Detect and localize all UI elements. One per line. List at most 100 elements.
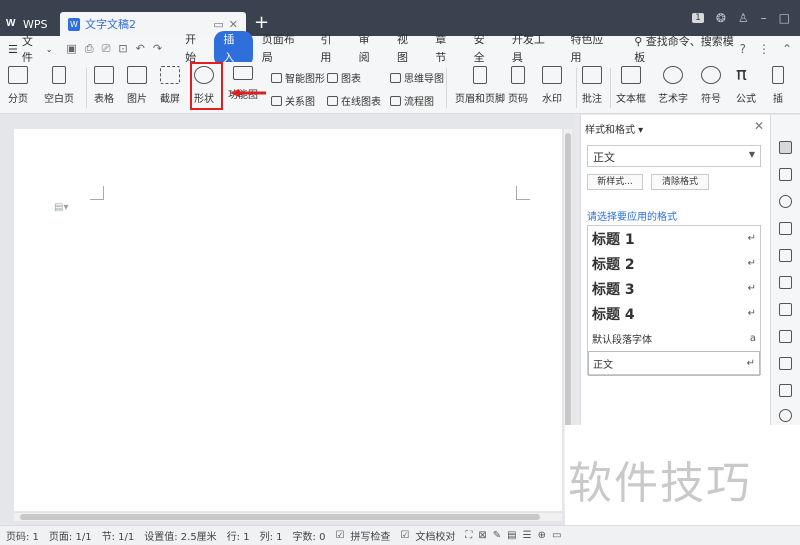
print-icon[interactable]: ⎚ xyxy=(102,42,111,56)
page-options-icon[interactable]: ▤▾ xyxy=(54,202,68,213)
outline-view-icon[interactable]: ☰ xyxy=(523,530,532,541)
picture-icon xyxy=(127,66,147,84)
redo-icon[interactable]: ↷ xyxy=(153,42,162,56)
file-menu[interactable]: ☰ 文件 ⌄ xyxy=(0,33,60,65)
pen-icon[interactable]: ✎ xyxy=(493,530,501,541)
status-row[interactable]: 行: 1 xyxy=(227,528,250,543)
symbol-button[interactable]: 符号 xyxy=(701,66,721,105)
margin-corner-right xyxy=(516,186,530,200)
export-icon[interactable]: ⎙ xyxy=(85,42,94,56)
minimize-icon[interactable]: – xyxy=(761,11,767,25)
blank-page-button[interactable]: 空白页 xyxy=(44,66,74,105)
spell-check-icon: ☑ xyxy=(335,530,345,541)
shirt-icon[interactable]: ♙ xyxy=(738,11,749,25)
styles-panel-title[interactable]: 样式和格式 ▾ xyxy=(585,121,643,136)
clear-format-button[interactable]: 清除格式 xyxy=(651,174,709,190)
web-view-icon[interactable]: ⊕ xyxy=(538,530,546,541)
close-icon[interactable]: ✕ xyxy=(754,119,764,133)
horizontal-scrollbar[interactable] xyxy=(14,513,562,521)
style-item-heading2[interactable]: 标题 2 ↵ xyxy=(588,251,760,276)
word-art-label: 艺术字 xyxy=(658,94,688,105)
header-footer-button[interactable]: 页眉和页脚 xyxy=(455,66,505,105)
share-icon[interactable] xyxy=(779,303,792,316)
more-icon[interactable]: ⋮ xyxy=(758,42,770,56)
layout-icon[interactable] xyxy=(779,249,792,262)
screenshot-button[interactable]: 截屏 xyxy=(160,66,180,105)
insert-button[interactable]: 插 xyxy=(772,66,784,105)
star-icon[interactable] xyxy=(779,276,792,289)
wps-menu-button[interactable]: W WPS xyxy=(6,14,56,34)
horizontal-scroll-thumb[interactable] xyxy=(20,514,540,520)
protect-icon[interactable]: ⊠ xyxy=(478,530,486,541)
style-item-heading4[interactable]: 标题 4 ↵ xyxy=(588,301,760,326)
chart-icon xyxy=(327,72,338,83)
picture-button[interactable]: 图片 xyxy=(127,66,147,105)
status-setting[interactable]: 设置值: 2.5厘米 xyxy=(144,528,216,543)
page-number-button[interactable]: 页码 xyxy=(508,66,528,105)
save-icon[interactable]: ▣ xyxy=(66,42,76,56)
adjust-icon[interactable] xyxy=(779,222,792,235)
status-page[interactable]: 页面: 1/1 xyxy=(49,528,92,543)
mind-map-button[interactable]: 思维导图 xyxy=(390,70,444,85)
word-art-button[interactable]: 艺术字 xyxy=(658,66,688,105)
text-box-button[interactable]: 文本框 xyxy=(616,66,646,105)
style-item-heading1[interactable]: 标题 1 ↵ xyxy=(588,226,760,251)
command-search[interactable]: ⚲ 查找命令、搜索模板 xyxy=(634,33,739,65)
status-section[interactable]: 节: 1/1 xyxy=(102,528,135,543)
page-break-icon xyxy=(8,66,28,84)
header-footer-label: 页眉和页脚 xyxy=(455,94,505,105)
undo-icon[interactable]: ↶ xyxy=(136,42,145,56)
right-sidebar xyxy=(770,115,800,425)
preview-icon[interactable]: ⊡ xyxy=(118,42,127,56)
insert-label: 插 xyxy=(773,94,783,105)
collapse-icon[interactable]: ⌃ xyxy=(782,42,792,56)
image-icon[interactable] xyxy=(779,384,792,397)
status-words[interactable]: 字数: 0 xyxy=(293,528,326,543)
window-controls: 1 ❂ ♙ – □ xyxy=(692,0,800,36)
table-button[interactable]: 表格 xyxy=(94,66,114,105)
watermark-button[interactable]: 水印 xyxy=(542,66,562,105)
vertical-scroll-thumb[interactable] xyxy=(565,133,571,433)
page-break-button[interactable]: 分页 xyxy=(8,66,28,105)
close-tab-icon[interactable]: ✕ xyxy=(229,18,238,31)
new-style-button[interactable]: 新样式... xyxy=(587,174,643,190)
style-item-heading3[interactable]: 标题 3 ↵ xyxy=(588,276,760,301)
chart-button[interactable]: 图表 xyxy=(327,70,361,85)
spell-check-button[interactable]: 拼写检查 xyxy=(350,528,390,543)
comment-label: 批注 xyxy=(582,94,602,105)
smart-art-button[interactable]: 智能图形 xyxy=(271,70,325,85)
formula-button[interactable]: π 公式 xyxy=(736,66,756,106)
online-chart-button[interactable]: 在线图表 xyxy=(327,93,381,108)
chart-label: 图表 xyxy=(341,74,361,85)
maximize-icon[interactable]: □ xyxy=(779,11,790,25)
status-col[interactable]: 列: 1 xyxy=(260,528,283,543)
flowchart-button[interactable]: 流程图 xyxy=(390,93,434,108)
comment-icon xyxy=(582,66,602,84)
screenshot-icon xyxy=(160,66,180,84)
read-mode-icon[interactable]: ▭ xyxy=(552,530,561,541)
fullscreen-icon[interactable]: ⛶ xyxy=(465,530,472,541)
archive-icon[interactable] xyxy=(779,357,792,370)
new-tab-button[interactable]: + xyxy=(254,14,269,32)
shape-icon[interactable] xyxy=(779,195,792,208)
divider xyxy=(576,68,577,108)
relation-chart-button[interactable]: 关系图 xyxy=(271,93,315,108)
select-cursor-icon[interactable] xyxy=(779,168,792,181)
location-icon[interactable] xyxy=(779,409,792,422)
current-style-select[interactable]: 正文 ▼ xyxy=(587,145,761,167)
document-page[interactable]: ▤▾ xyxy=(14,129,562,511)
skin-icon[interactable]: ❂ xyxy=(716,11,726,25)
style-item-body[interactable]: 正文 ↵ xyxy=(588,351,760,376)
style-item-default-font[interactable]: 默认段落字体 a xyxy=(588,326,760,351)
status-page-code[interactable]: 页码: 1 xyxy=(6,528,39,543)
page-view-icon[interactable]: ▤ xyxy=(507,530,516,541)
proofread-button[interactable]: 文档校对 xyxy=(415,528,455,543)
window-icon[interactable]: ▭ xyxy=(213,18,223,31)
relation-chart-icon xyxy=(271,95,282,106)
comment-button[interactable]: 批注 xyxy=(582,66,602,105)
translate-icon[interactable] xyxy=(779,330,792,343)
count-badge[interactable]: 1 xyxy=(692,13,704,23)
style-pen-icon[interactable] xyxy=(779,141,792,154)
help-icon[interactable]: ? xyxy=(740,42,746,56)
blank-page-icon xyxy=(52,66,66,84)
